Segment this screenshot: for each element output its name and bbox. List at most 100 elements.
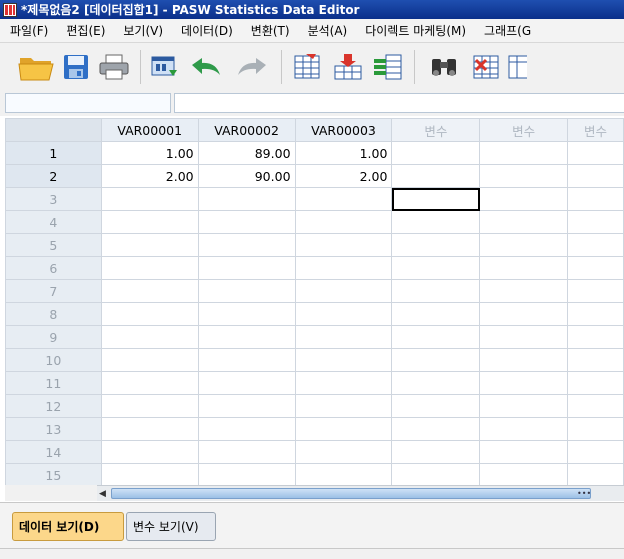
- data-cell[interactable]: [391, 141, 481, 165]
- data-cell[interactable]: [100, 417, 199, 441]
- data-cell[interactable]: [100, 233, 199, 257]
- data-cell[interactable]: 1.00: [294, 141, 393, 165]
- data-cell[interactable]: [479, 325, 569, 349]
- insert-cases-icon[interactable]: [467, 48, 507, 86]
- data-cell[interactable]: [100, 371, 199, 395]
- row-header[interactable]: 9: [5, 325, 102, 349]
- data-cell[interactable]: [567, 187, 624, 211]
- menu-graphs[interactable]: 그래프(G: [474, 22, 539, 39]
- row-header[interactable]: 15: [5, 463, 102, 487]
- row-header[interactable]: 13: [5, 417, 102, 441]
- data-cell[interactable]: [479, 371, 569, 395]
- data-cell[interactable]: [479, 256, 569, 280]
- data-cell[interactable]: [294, 325, 393, 349]
- data-cell[interactable]: [100, 210, 199, 234]
- data-cell[interactable]: 2.00: [100, 164, 199, 188]
- data-cell[interactable]: [479, 210, 569, 234]
- row-header[interactable]: 8: [5, 302, 102, 326]
- menu-edit[interactable]: 편집(E): [56, 22, 113, 39]
- data-cell[interactable]: [391, 371, 481, 395]
- data-cell[interactable]: [100, 279, 199, 303]
- cell-reference-field[interactable]: [5, 93, 171, 113]
- data-cell[interactable]: 1.00: [100, 141, 199, 165]
- data-cell[interactable]: [197, 348, 296, 372]
- data-cell[interactable]: [294, 417, 393, 441]
- find-icon[interactable]: [421, 48, 467, 86]
- undo-icon[interactable]: [183, 48, 229, 86]
- data-cell[interactable]: [567, 440, 624, 464]
- data-cell[interactable]: 2.00: [294, 164, 393, 188]
- print-icon[interactable]: [94, 48, 134, 86]
- data-cell[interactable]: [294, 302, 393, 326]
- data-cell[interactable]: [100, 394, 199, 418]
- data-cell[interactable]: [479, 463, 569, 487]
- data-cell[interactable]: [100, 325, 199, 349]
- data-cell[interactable]: [479, 233, 569, 257]
- data-cell[interactable]: [197, 279, 296, 303]
- open-folder-icon[interactable]: [14, 48, 58, 86]
- data-cell[interactable]: [479, 141, 569, 165]
- goto-case-icon[interactable]: [288, 48, 328, 86]
- scrollbar-thumb[interactable]: [111, 488, 591, 499]
- data-cell[interactable]: [197, 256, 296, 280]
- save-icon[interactable]: [58, 48, 94, 86]
- grid-corner[interactable]: [5, 118, 102, 142]
- data-cell[interactable]: [197, 417, 296, 441]
- menu-direct-marketing[interactable]: 다이렉트 마케팅(M): [355, 22, 474, 39]
- data-cell[interactable]: [294, 279, 393, 303]
- data-cell[interactable]: [294, 371, 393, 395]
- data-cell[interactable]: [197, 394, 296, 418]
- data-cell[interactable]: [391, 279, 481, 303]
- data-cell[interactable]: [294, 256, 393, 280]
- data-cell[interactable]: [567, 394, 624, 418]
- data-cell[interactable]: 90.00: [197, 164, 296, 188]
- data-cell[interactable]: [294, 394, 393, 418]
- data-cell[interactable]: [567, 325, 624, 349]
- data-cell[interactable]: [567, 141, 624, 165]
- variables-icon[interactable]: [368, 48, 408, 86]
- data-cell[interactable]: [479, 394, 569, 418]
- redo-icon[interactable]: [229, 48, 275, 86]
- data-cell[interactable]: [100, 256, 199, 280]
- data-cell[interactable]: [391, 233, 481, 257]
- scroll-left-arrow-icon[interactable]: ◀: [99, 489, 109, 499]
- row-header[interactable]: 11: [5, 371, 102, 395]
- tab-variable-view[interactable]: 변수 보기(V): [126, 512, 216, 541]
- column-header-var00002[interactable]: VAR00002: [197, 118, 296, 142]
- data-cell[interactable]: [567, 279, 624, 303]
- data-cell[interactable]: [100, 348, 199, 372]
- data-cell[interactable]: 89.00: [197, 141, 296, 165]
- data-cell[interactable]: [100, 463, 199, 487]
- row-header[interactable]: 2: [5, 164, 102, 188]
- selected-cell[interactable]: [391, 187, 481, 211]
- menu-transform[interactable]: 변환(T): [241, 22, 298, 39]
- data-cell[interactable]: [197, 440, 296, 464]
- data-cell[interactable]: [294, 233, 393, 257]
- data-cell[interactable]: [197, 302, 296, 326]
- data-cell[interactable]: [391, 440, 481, 464]
- dialog-recall-icon[interactable]: [147, 48, 183, 86]
- data-cell[interactable]: [479, 187, 569, 211]
- column-header-empty[interactable]: 변수: [567, 118, 624, 142]
- column-header-empty[interactable]: 변수: [391, 118, 481, 142]
- data-cell[interactable]: [294, 210, 393, 234]
- data-cell[interactable]: [479, 279, 569, 303]
- data-cell[interactable]: [294, 187, 393, 211]
- menu-view[interactable]: 보기(V): [113, 22, 171, 39]
- data-cell[interactable]: [100, 302, 199, 326]
- tab-data-view[interactable]: 데이터 보기(D): [12, 512, 124, 541]
- data-cell[interactable]: [294, 463, 393, 487]
- data-cell[interactable]: [391, 394, 481, 418]
- horizontal-scrollbar[interactable]: ◀ •••: [97, 485, 624, 501]
- data-cell[interactable]: [391, 348, 481, 372]
- data-cell[interactable]: [391, 210, 481, 234]
- data-cell[interactable]: [100, 187, 199, 211]
- data-cell[interactable]: [391, 302, 481, 326]
- data-cell[interactable]: [391, 164, 481, 188]
- data-cell[interactable]: [567, 348, 624, 372]
- data-cell[interactable]: [197, 187, 296, 211]
- data-cell[interactable]: [567, 164, 624, 188]
- row-header[interactable]: 14: [5, 440, 102, 464]
- data-cell[interactable]: [391, 256, 481, 280]
- data-cell[interactable]: [567, 256, 624, 280]
